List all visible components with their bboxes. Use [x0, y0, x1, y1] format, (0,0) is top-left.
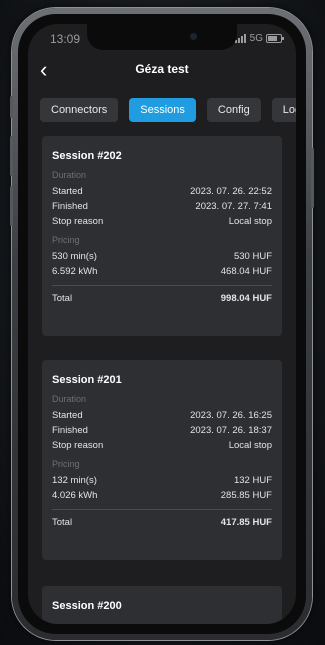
- phone-frame: 13:09 5G ‹ Géza test Connectors Sessions…: [10, 8, 314, 640]
- sessions-list: Session #202 Duration Started 2023. 07. 2…: [28, 136, 296, 624]
- screen: 13:09 5G ‹ Géza test Connectors Sessions…: [28, 24, 296, 624]
- energy-pricing-row: 6.592 kWh 468.04 HUF: [52, 266, 272, 277]
- session-title: Session #200: [52, 600, 122, 612]
- session-card: Session #202 Duration Started 2023. 07. 2…: [42, 136, 282, 336]
- energy-pricing-row: 4.026 kWh 285.85 HUF: [52, 490, 272, 501]
- tab-config[interactable]: Config: [206, 98, 261, 122]
- stop-reason-row: Stop reason Local stop: [52, 216, 272, 227]
- session-title: Session #201: [52, 374, 122, 386]
- divider: [52, 285, 272, 286]
- duration-label: Duration: [52, 394, 87, 404]
- pricing-label: Pricing: [52, 459, 80, 469]
- phone-bezel: 13:09 5G ‹ Géza test Connectors Sessions…: [18, 14, 306, 634]
- time-pricing-row: 132 min(s) 132 HUF: [52, 475, 272, 486]
- volume-down-button: [10, 186, 13, 226]
- power-button: [311, 148, 314, 208]
- finished-row: Finished 2023. 07. 26. 18:37: [52, 425, 272, 436]
- tab-log[interactable]: Log: [271, 98, 296, 122]
- divider: [52, 509, 272, 510]
- total-row: Total 998.04 HUF: [52, 293, 272, 304]
- finished-row: Finished 2023. 07. 27. 7:41: [52, 201, 272, 212]
- mute-switch: [10, 96, 13, 118]
- started-row: Started 2023. 07. 26. 16:25: [52, 410, 272, 421]
- tab-connectors[interactable]: Connectors: [40, 98, 119, 122]
- pricing-label: Pricing: [52, 235, 80, 245]
- session-card: Session #200: [42, 586, 282, 624]
- status-time: 13:09: [50, 32, 81, 46]
- duration-label: Duration: [52, 170, 87, 180]
- time-pricing-row: 530 min(s) 530 HUF: [52, 251, 272, 262]
- total-row: Total 417.85 HUF: [52, 517, 272, 528]
- navigation-bar: ‹ Géza test: [28, 54, 296, 88]
- camera-icon: [190, 33, 197, 40]
- network-type: 5G: [249, 33, 263, 44]
- battery-icon: [266, 34, 284, 43]
- tab-bar: Connectors Sessions Config Log: [40, 98, 296, 124]
- session-card: Session #201 Duration Started 2023. 07. 2…: [42, 360, 282, 560]
- started-row: Started 2023. 07. 26. 22:52: [52, 186, 272, 197]
- session-title: Session #202: [52, 150, 122, 162]
- page-title: Géza test: [135, 62, 189, 76]
- stop-reason-row: Stop reason Local stop: [52, 440, 272, 451]
- tab-sessions[interactable]: Sessions: [129, 98, 196, 122]
- volume-up-button: [10, 136, 13, 176]
- notch: [87, 24, 237, 50]
